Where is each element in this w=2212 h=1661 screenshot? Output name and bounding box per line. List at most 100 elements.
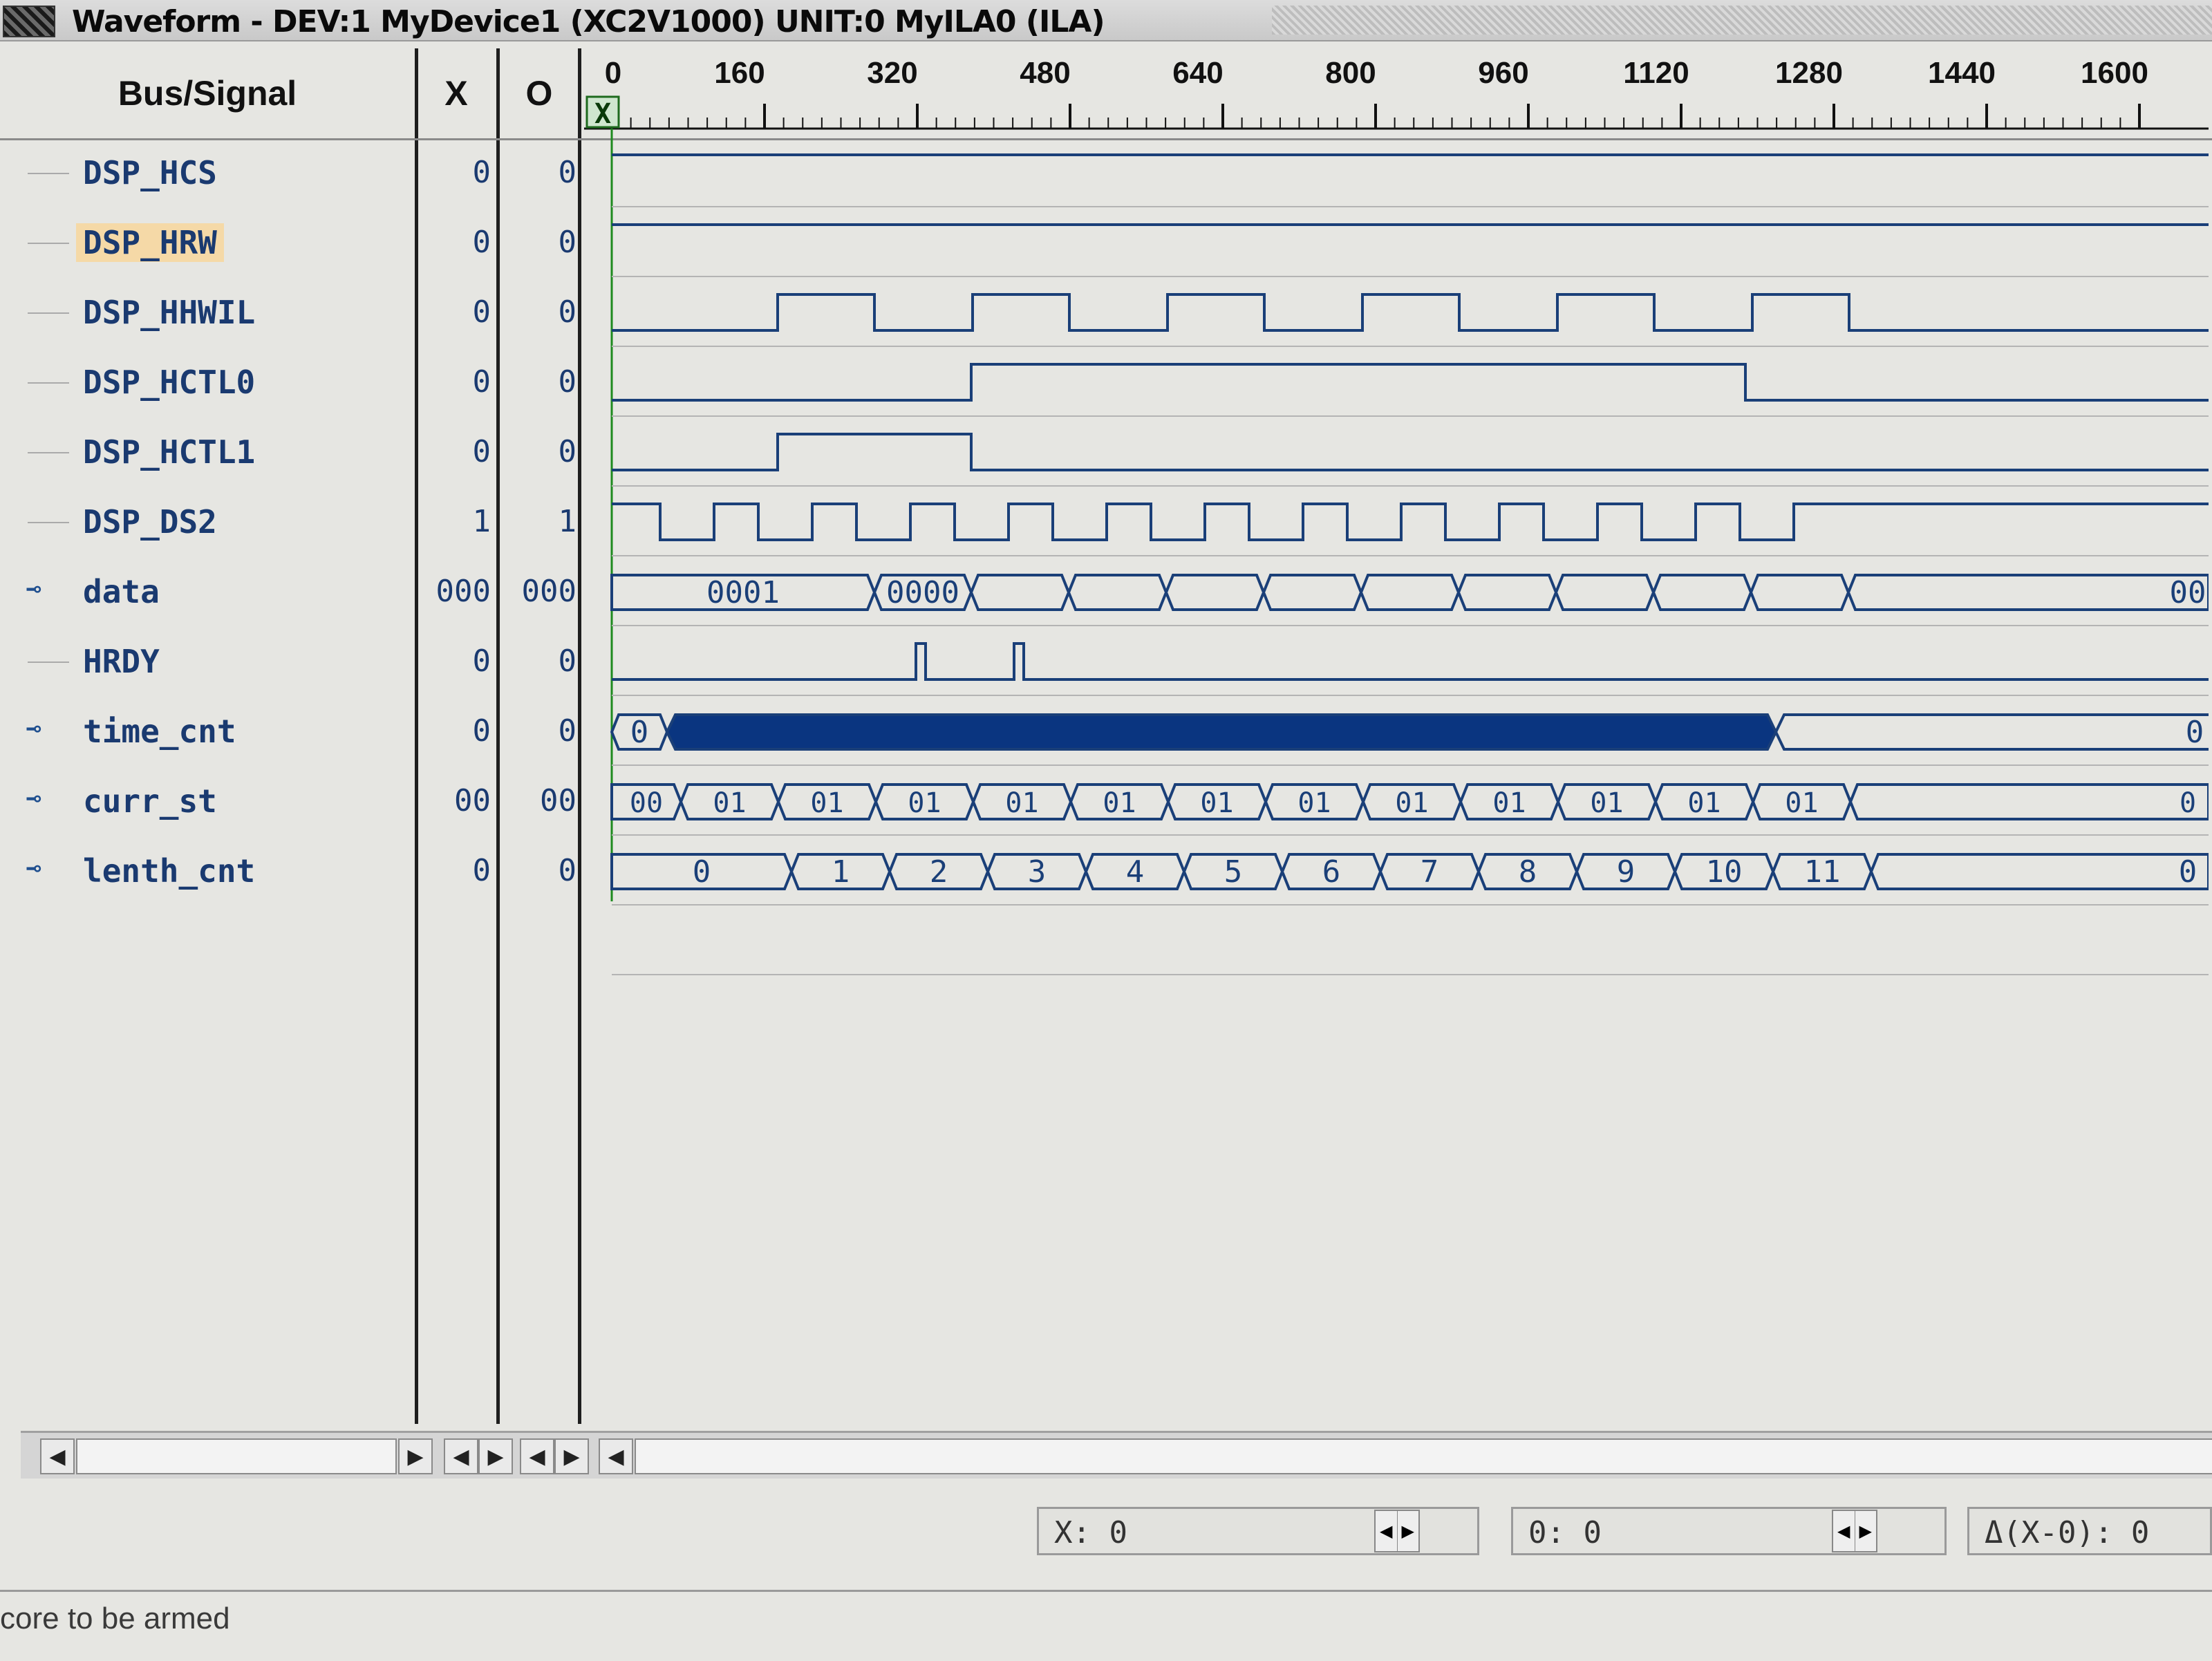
wave-scroll-track[interactable]: [635, 1438, 2212, 1474]
o-cursor-value: 0: [558, 644, 577, 679]
bus-trace: [610, 853, 2209, 890]
digital-trace: [612, 433, 2209, 471]
bus-value-label: 00: [2170, 575, 2206, 610]
signal-name[interactable]: DSP_HCTL1: [76, 433, 262, 471]
tick-label: 640: [1172, 56, 1223, 90]
tick-label: 0: [605, 56, 621, 90]
bus-value-label: 01: [1492, 787, 1526, 819]
bus-value-label: 01: [1785, 787, 1818, 819]
tick-label: 1600: [2081, 56, 2148, 90]
bus-value-label: 11: [1804, 854, 1841, 890]
x-cursor-value: 1: [472, 504, 491, 539]
o-cursor-spinner[interactable]: ◀ ▶: [1832, 1510, 1877, 1552]
signal-name[interactable]: DSP_HCTL0: [76, 363, 262, 402]
x-cursor-value: 0: [472, 294, 491, 330]
signal-name[interactable]: time_cnt: [76, 712, 243, 751]
o-cursor-value: 00: [540, 783, 577, 818]
status-footer: core to be armed: [0, 1590, 2212, 1661]
signal-scroll-thumb[interactable]: [76, 1438, 397, 1474]
signal-traces: 0 1 2 3 4 5 6 7 8 9 10 11 000 01 01 01 01 01 01 01 01 01 01 01 0…: [610, 153, 2209, 975]
bus-value-label: 3: [1028, 854, 1047, 890]
o-cursor-value: 1: [558, 504, 577, 539]
o-cursor-value: 0: [558, 853, 577, 888]
time-ruler[interactable]: 0 160 320 480 640 800 960 1120 1280 1440 1600X: [584, 56, 2209, 901]
bus-value-label: 2: [930, 854, 948, 890]
tree-connector: [28, 173, 69, 174]
wave-scroll-left-icon[interactable]: ◀: [599, 1438, 633, 1474]
o-column-header[interactable]: O: [499, 48, 579, 138]
scroll-right-arrow-icon[interactable]: ▶: [398, 1438, 433, 1474]
waveform-canvas[interactable]: 0 160 320 480 640 800 960 1120 1280 1440 1600X 012…: [584, 48, 2209, 1362]
x-cursor-value: 00: [454, 783, 491, 818]
bus-value-label: 10: [1706, 854, 1743, 890]
x-column-scroll-left-icon[interactable]: ◀: [444, 1438, 478, 1474]
o-column-scroll-right-icon[interactable]: ▶: [554, 1438, 589, 1474]
next-arrow-icon[interactable]: ▶: [1855, 1511, 1877, 1551]
bus-value-label: 01: [1005, 787, 1038, 819]
bus-value-label: 01: [1395, 787, 1428, 819]
cursor-status-bar: X: 0 ◀ ▶ 0: 0 ◀ ▶ Δ(X-0): 0: [0, 1500, 2212, 1576]
bus-value-label: 0: [2186, 715, 2204, 750]
dense-bus-region: [665, 713, 1778, 751]
bus-value-label: 0: [2179, 854, 2197, 890]
prev-arrow-icon[interactable]: ◀: [1376, 1511, 1398, 1551]
bus-expand-icon[interactable]: ⊸: [26, 787, 55, 811]
bus-value-label: 0001: [706, 575, 780, 610]
bus-expand-icon[interactable]: ⊸: [26, 577, 55, 602]
next-arrow-icon[interactable]: ▶: [1398, 1511, 1419, 1551]
o-cursor-value: 0: [558, 713, 577, 749]
tick-label: 1280: [1775, 56, 1843, 90]
status-message: core to be armed: [0, 1602, 230, 1635]
o-cursor-value: 0: [558, 155, 577, 190]
tree-connector: [28, 661, 69, 663]
x-cursor-spinner[interactable]: ◀ ▶: [1374, 1510, 1420, 1552]
scroll-left-arrow-icon[interactable]: ◀: [40, 1438, 75, 1474]
bus-value-label: 01: [1590, 787, 1623, 819]
x-cursor-value: 0: [472, 434, 491, 469]
tree-connector: [28, 243, 69, 244]
bus-signal-header[interactable]: Bus/Signal: [14, 48, 401, 138]
x-cursor-marker[interactable]: X: [585, 95, 620, 130]
tree-connector: [28, 382, 69, 384]
signal-name[interactable]: curr_st: [76, 782, 224, 820]
signal-name[interactable]: DSP_HHWIL: [76, 293, 262, 332]
bus-expand-icon[interactable]: ⊸: [26, 856, 55, 881]
bus-value-label: 01: [810, 787, 843, 819]
signal-name[interactable]: lenth_cnt: [76, 852, 262, 890]
x-cursor-value: 000: [435, 574, 491, 609]
signal-name[interactable]: data: [76, 572, 167, 611]
bus-value-label: 00: [630, 787, 663, 819]
tick-label: 960: [1478, 56, 1528, 90]
horizontal-scroll-area[interactable]: ◀ ▶ ◀ ▶ ◀ ▶ ◀: [21, 1431, 2212, 1479]
signal-name[interactable]: DSP_HRW: [76, 223, 224, 262]
app-icon: [3, 6, 55, 37]
bus-value-label: 1: [832, 854, 850, 890]
bus-value-label: 7: [1421, 854, 1439, 890]
tick-label: 800: [1325, 56, 1376, 90]
o-cursor-value: 000: [521, 574, 577, 609]
signal-name[interactable]: DSP_DS2: [76, 503, 224, 541]
tick-label: 1120: [1623, 56, 1689, 90]
prev-arrow-icon[interactable]: ◀: [1833, 1511, 1855, 1551]
bus-value-label: 9: [1617, 854, 1635, 890]
title-bar: Waveform - DEV:1 MyDevice1 (XC2V1000) UN…: [0, 0, 2212, 41]
bus-value-label: 0: [2180, 787, 2196, 819]
bus-expand-icon[interactable]: ⊸: [26, 717, 55, 742]
signal-name[interactable]: HRDY: [76, 642, 167, 681]
digital-trace: [612, 503, 2209, 541]
digital-trace: [612, 293, 2209, 332]
o-cursor-value: 0: [558, 434, 577, 469]
tick-label: 160: [714, 56, 765, 90]
o-column-scroll-left-icon[interactable]: ◀: [520, 1438, 554, 1474]
window-title: Waveform - DEV:1 MyDevice1 (XC2V1000) UN…: [72, 4, 1105, 39]
x-column-header[interactable]: X: [415, 48, 498, 138]
tree-connector: [28, 312, 69, 314]
x-column-scroll-right-icon[interactable]: ▶: [478, 1438, 513, 1474]
x-cursor-value: 0: [472, 225, 491, 260]
signal-name[interactable]: DSP_HCS: [76, 153, 224, 192]
title-bar-fill: [1272, 6, 2212, 35]
bus-value-label: 6: [1322, 854, 1341, 890]
bus-value-label: 01: [1103, 787, 1136, 819]
tick-label: 320: [867, 56, 917, 90]
bus-value-label: 01: [1200, 787, 1233, 819]
